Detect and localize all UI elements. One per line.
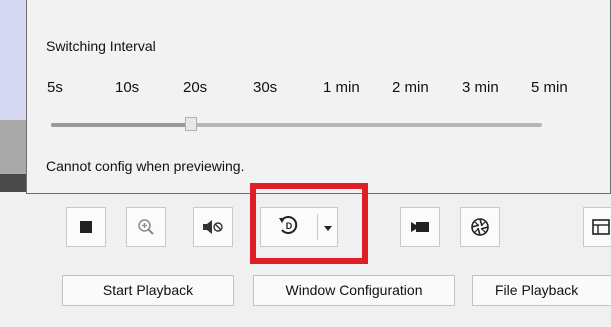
speaker-mute-icon [202, 219, 224, 235]
chevron-down-icon [323, 218, 332, 236]
interval-dropdown-button[interactable] [318, 208, 337, 246]
stop-button[interactable] [66, 207, 106, 247]
background-panel [0, 174, 26, 192]
interval-slider-thumb[interactable] [185, 117, 197, 131]
zoom-in-icon [137, 218, 155, 236]
window-configuration-button[interactable]: Window Configuration [253, 275, 455, 306]
interval-option-10s[interactable]: 10s [115, 79, 139, 96]
interval-slider-fill [51, 123, 191, 127]
camera-icon [410, 220, 430, 234]
camera-button[interactable] [400, 207, 440, 247]
aperture-button[interactable] [460, 207, 500, 247]
background-panel [0, 0, 26, 120]
mute-button[interactable] [193, 207, 233, 247]
interval-option-2min[interactable]: 2 min [392, 79, 429, 96]
switching-interval-popup: Switching Interval 5s 10s 20s 30s 1 min … [26, 0, 611, 194]
interval-option-5min[interactable]: 5 min [531, 79, 568, 96]
popup-title: Switching Interval [46, 38, 156, 54]
auto-switch-icon: D [278, 214, 300, 241]
layout-button[interactable] [583, 207, 611, 247]
aperture-icon [470, 217, 490, 237]
interval-option-20s[interactable]: 20s [183, 79, 207, 96]
auto-switch-split-button: D [260, 207, 338, 247]
preview-warning-text: Cannot config when previewing. [46, 158, 245, 174]
svg-text:D: D [286, 221, 293, 231]
zoom-button[interactable] [126, 207, 166, 247]
file-playback-button[interactable]: File Playback [472, 275, 611, 306]
start-playback-button[interactable]: Start Playback [62, 275, 234, 306]
background-panel [0, 120, 26, 174]
interval-option-3min[interactable]: 3 min [462, 79, 499, 96]
interval-option-5s[interactable]: 5s [47, 79, 63, 96]
interval-option-30s[interactable]: 30s [253, 79, 277, 96]
auto-switch-button[interactable]: D [261, 208, 317, 246]
stop-icon [79, 220, 93, 234]
window-layout-icon [592, 219, 610, 235]
interval-option-1min[interactable]: 1 min [323, 79, 360, 96]
